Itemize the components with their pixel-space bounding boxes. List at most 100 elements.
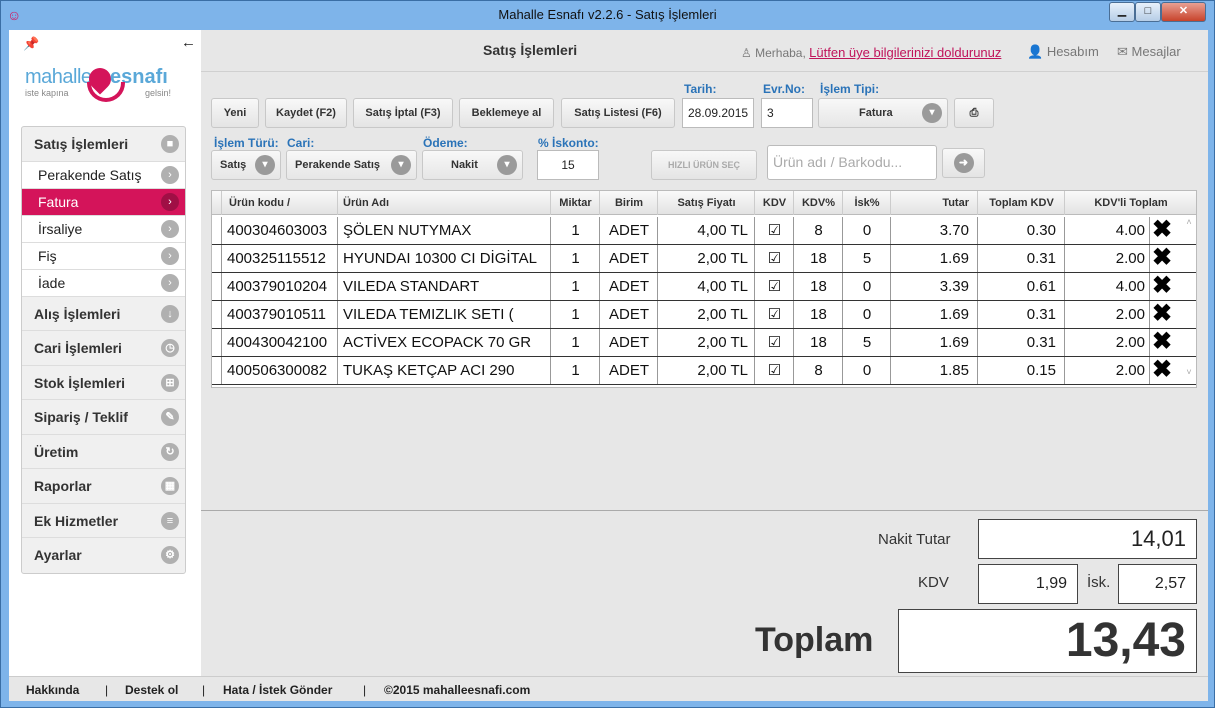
sidebar-item-retail-sale[interactable]: Perakende Satış › — [22, 161, 185, 189]
col-discount-percent[interactable]: İsk% — [844, 191, 891, 215]
cell-vat-checkbox[interactable]: ☑ — [756, 245, 794, 272]
cell-vat-percent: 8 — [795, 357, 843, 384]
col-product-code[interactable]: Ürün kodu / — [223, 191, 338, 215]
table-row[interactable]: 400506300082 TUKAŞ KETÇAP ACI 290 1 ADET 2,0… — [212, 357, 1196, 385]
account-label: Cari: — [287, 136, 315, 150]
cell-amount: 1.69 — [892, 245, 978, 272]
report-link[interactable]: Hata / İstek Gönder — [223, 683, 332, 697]
account-select[interactable]: Perakende Satış ▾ — [286, 150, 417, 180]
delete-row-icon[interactable]: ✖ — [1152, 302, 1174, 326]
sidebar-section-purchase[interactable]: Alış İşlemleri ↓ — [22, 297, 185, 331]
print-button[interactable]: ⎙ — [954, 98, 994, 128]
cell-product-code: 400430042100 — [223, 329, 338, 356]
col-amount[interactable]: Tutar — [892, 191, 978, 215]
cell-unit: ADET — [601, 245, 658, 272]
sidebar-section-settings[interactable]: Ayarlar ⚙ — [22, 538, 185, 573]
chevron-down-icon: ▾ — [391, 155, 411, 175]
cell-vat-checkbox[interactable]: ☑ — [756, 329, 794, 356]
cell-discount-percent: 0 — [844, 217, 891, 244]
table-row[interactable]: 400379010511 VILEDA TEMIZLIK SETI (1 ADET 2… — [212, 301, 1196, 329]
optype-select[interactable]: Fatura ▾ — [818, 98, 948, 128]
bag-icon: ■ — [161, 135, 179, 153]
col-vat[interactable]: KDV — [756, 191, 794, 215]
sidebar-section-production[interactable]: Üretim ↻ — [22, 435, 185, 469]
delete-row-icon[interactable]: ✖ — [1152, 274, 1174, 298]
col-product-name[interactable]: Ürün Adı — [339, 191, 551, 215]
maximize-icon[interactable]: □ — [1135, 2, 1161, 22]
sales-list-button[interactable]: Satış Listesi (F6) — [561, 98, 675, 128]
cell-vat-checkbox[interactable]: ☑ — [756, 217, 794, 244]
table-row[interactable]: 400325115512 HYUNDAI 10300 CI DİGİTAL 1 ADE… — [212, 245, 1196, 273]
sidebar-item-waybill[interactable]: İrsaliye › — [22, 215, 185, 243]
cell-vat-checkbox[interactable]: ☑ — [756, 273, 794, 300]
cell-discount-percent: 5 — [844, 245, 891, 272]
table-row[interactable]: 400379010204 VILEDA STANDART 1 ADET 4,00 TL ☑… — [212, 273, 1196, 301]
sidebar-section-accounts[interactable]: Cari İşlemleri ◷ — [22, 331, 185, 366]
hold-button[interactable]: Beklemeye al — [459, 98, 554, 128]
payment-select[interactable]: Nakit ▾ — [422, 150, 523, 180]
delete-row-icon[interactable]: ✖ — [1152, 358, 1174, 382]
account-link[interactable]: 👤 Hesabım — [1027, 44, 1099, 60]
save-button[interactable]: Kaydet (F2) — [265, 98, 347, 128]
col-total-vat[interactable]: Toplam KDV — [979, 191, 1065, 215]
scroll-down-icon[interactable]: ˅ — [1182, 367, 1196, 377]
quick-product-button[interactable]: HIZLI ÜRÜN SEÇ — [651, 150, 757, 180]
refresh-icon: ↻ — [161, 442, 179, 461]
col-sale-price[interactable]: Satış Fiyatı — [659, 191, 755, 215]
cell-unit: ADET — [601, 329, 658, 356]
date-field[interactable]: 28.09.2015 — [682, 98, 754, 128]
optrans-select[interactable]: Satış ▾ — [211, 150, 281, 180]
cell-discount-percent: 5 — [844, 329, 891, 356]
cell-unit: ADET — [601, 301, 658, 328]
messages-link[interactable]: ✉ Mesajlar — [1117, 44, 1181, 60]
discount-label: % İskonto: — [538, 136, 599, 150]
sidebar-section-sales[interactable]: Satış İşlemleri ■ — [22, 127, 185, 162]
sidebar-section-stock[interactable]: Stok İşlemleri ⊞ — [22, 366, 185, 400]
cash-value: 14,01 — [978, 519, 1197, 559]
about-link[interactable]: Hakkında — [26, 683, 79, 697]
cell-sale-price: 2,00 TL — [659, 329, 755, 356]
sidebar-section-reports[interactable]: Raporlar ▦ — [22, 469, 185, 504]
docno-field[interactable]: 3 — [761, 98, 813, 128]
close-icon[interactable]: ✕ — [1161, 2, 1206, 22]
table-row[interactable]: 400430042100 ACTİVEX ECOPACK 70 GR 1 ADET 2,… — [212, 329, 1196, 357]
col-unit[interactable]: Birim — [601, 191, 658, 215]
scroll-up-icon[interactable]: ˄ — [1182, 217, 1196, 227]
sidebar-item-return[interactable]: İade › — [22, 269, 185, 297]
discount-field[interactable]: 15 — [537, 150, 599, 180]
col-quantity[interactable]: Miktar — [552, 191, 600, 215]
profile-link[interactable]: Lütfen üye bilgilerinizi doldurunuz — [809, 45, 1001, 60]
cell-discount-percent: 0 — [844, 273, 891, 300]
cell-quantity: 1 — [552, 329, 600, 356]
delete-row-icon[interactable]: ✖ — [1152, 218, 1174, 242]
sidebar-item-invoice[interactable]: Fatura › — [22, 188, 185, 216]
cancel-sale-button[interactable]: Satış İptal (F3) — [353, 98, 453, 128]
pin-icon[interactable]: 📌 — [23, 36, 39, 52]
cell-total-vat: 0.30 — [979, 217, 1065, 244]
cell-total-vat: 0.31 — [979, 301, 1065, 328]
chevron-down-icon: ▾ — [255, 155, 275, 175]
add-product-button[interactable]: ➜ — [942, 148, 985, 178]
col-vat-percent[interactable]: KDV% — [795, 191, 843, 215]
cell-vat-percent: 18 — [795, 245, 843, 272]
cell-vat-checkbox[interactable]: ☑ — [756, 301, 794, 328]
delete-row-icon[interactable]: ✖ — [1152, 246, 1174, 270]
col-total-with-vat[interactable]: KDV'li Toplam — [1066, 191, 1196, 215]
cell-sale-price: 2,00 TL — [659, 301, 755, 328]
sidebar-item-receipt[interactable]: Fiş › — [22, 242, 185, 270]
minimize-icon[interactable]: ▁ — [1109, 2, 1135, 22]
collapse-arrow-icon[interactable]: ← — [181, 34, 196, 51]
grid-scrollbar[interactable]: ˄ ˅ — [1182, 217, 1196, 385]
product-search-input[interactable]: Ürün adı / Barkodu... — [767, 145, 937, 180]
sidebar-section-orders[interactable]: Sipariş / Teklif ✎ — [22, 400, 185, 435]
chevron-right-icon: › — [161, 165, 179, 184]
support-link[interactable]: Destek ol — [125, 683, 178, 697]
new-button[interactable]: Yeni — [211, 98, 259, 128]
cell-vat-checkbox[interactable]: ☑ — [756, 357, 794, 384]
delete-row-icon[interactable]: ✖ — [1152, 330, 1174, 354]
sidebar-section-extra-services[interactable]: Ek Hizmetler ≡ — [22, 504, 185, 538]
cell-quantity: 1 — [552, 301, 600, 328]
app-window: ☺ Mahalle Esnafı v2.2.6 - Satış İşlemler… — [0, 0, 1215, 708]
cell-total-with-vat: 4.00 — [1066, 217, 1150, 244]
table-row[interactable]: 400304603003 ŞÖLEN NUTYMAX 1 ADET 4,00 TL ☑ 8 0… — [212, 217, 1196, 245]
